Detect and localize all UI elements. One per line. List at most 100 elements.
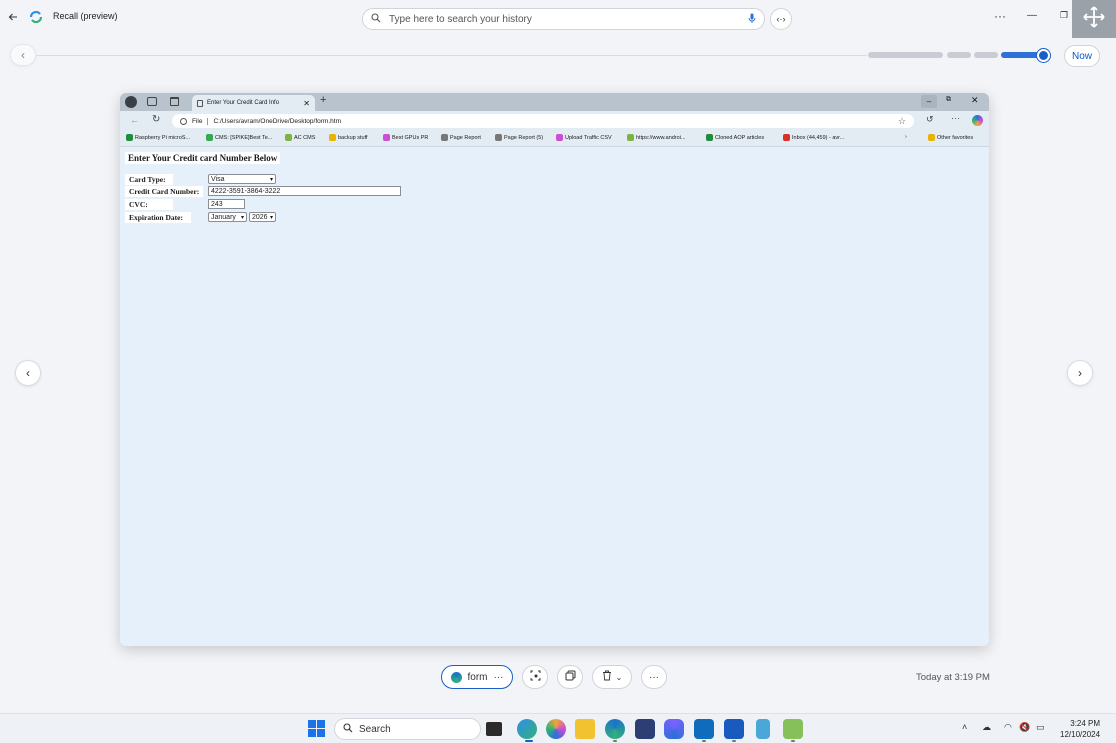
onedrive-status-icon[interactable]: ☁: [982, 722, 991, 733]
restore-button[interactable]: ❐: [1056, 8, 1072, 22]
next-snapshot-button[interactable]: ›: [1067, 360, 1093, 386]
microphone-icon[interactable]: [748, 13, 756, 26]
now-button[interactable]: Now: [1064, 45, 1100, 67]
address-bar[interactable]: File C:/Users/avram/OneDrive/Desktop/for…: [172, 114, 914, 128]
trash-icon: [602, 670, 612, 684]
workspaces-icon[interactable]: [147, 97, 157, 106]
card-type-value: Visa: [211, 175, 225, 183]
copy-button[interactable]: [557, 665, 583, 689]
info-icon: [180, 117, 187, 125]
file-explorer-icon[interactable]: [575, 719, 595, 739]
favorite-item[interactable]: backup stuff: [329, 134, 368, 141]
history-search-input[interactable]: Type here to search your history: [362, 8, 765, 30]
favorite-item[interactable]: https://www.androi...: [627, 134, 686, 141]
refresh-icon[interactable]: ↻: [152, 114, 160, 125]
active-app-indicator: [525, 740, 533, 742]
card-number-input[interactable]: 4222-3591-3864-3222: [208, 186, 401, 196]
snapshot-browser-window[interactable]: Enter Your Credit Card Info ✕ + – ⧉ ✕ ← …: [120, 93, 989, 646]
favorite-item[interactable]: AC CMS: [285, 134, 315, 141]
favorite-item[interactable]: Inbox (44,459) - avr...: [783, 134, 844, 141]
expiration-year-select[interactable]: 2026 ▾: [249, 212, 276, 222]
close-tab-icon[interactable]: ✕: [303, 99, 310, 108]
browser-tab-active[interactable]: Enter Your Credit Card Info ✕: [192, 95, 315, 111]
browser-close-button[interactable]: ✕: [971, 95, 979, 106]
timeline-track: [37, 55, 867, 56]
volume-muted-icon[interactable]: 🔇: [1019, 722, 1030, 733]
recall-app-icon[interactable]: [517, 719, 537, 739]
favorite-item[interactable]: Cloned AOP articles: [706, 134, 764, 141]
battery-icon[interactable]: ▭: [1036, 722, 1045, 733]
select-region-icon: [530, 670, 541, 684]
browser-minimize-button[interactable]: –: [921, 95, 937, 108]
address-scheme: File: [192, 117, 209, 125]
delete-button[interactable]: ⌄: [592, 665, 632, 689]
timeline-segment[interactable]: [947, 52, 971, 58]
code-view-button[interactable]: ‹·›: [770, 8, 792, 30]
taskbar-search-label: Search: [359, 723, 391, 735]
tab-actions-icon[interactable]: [170, 97, 179, 106]
click-to-do-button[interactable]: [522, 665, 548, 689]
expiration-month-select[interactable]: January ▾: [208, 212, 247, 222]
favorite-item[interactable]: Page Report (5): [495, 134, 543, 141]
show-hidden-icons-chevron-up-icon[interactable]: ˄: [962, 722, 967, 732]
wifi-icon[interactable]: ◠: [1004, 722, 1012, 733]
timeline-back-button[interactable]: ‹: [10, 44, 36, 66]
other-favorites-label: Other favorites: [937, 134, 974, 141]
timeline-segment[interactable]: [868, 52, 943, 58]
favorite-label: Inbox (44,459) - avr...: [792, 134, 845, 141]
favorites-overflow-chevron-icon[interactable]: ›: [905, 134, 907, 140]
store-app-icon[interactable]: [635, 719, 655, 739]
more-options-button[interactable]: ···: [990, 9, 1010, 23]
word-app-icon[interactable]: [724, 719, 744, 739]
outlook-app-icon[interactable]: [694, 719, 714, 739]
profile-avatar[interactable]: [125, 96, 137, 108]
timeline-slider-thumb[interactable]: [1037, 49, 1050, 62]
favorite-item[interactable]: Best GPUs PR: [383, 134, 428, 141]
favorite-label: Raspberry Pi microS...: [135, 134, 191, 141]
copilot-app-icon[interactable]: [546, 719, 566, 739]
favorite-label: Upload Traffic CSV: [565, 134, 612, 141]
browser-tab-bar: Enter Your Credit Card Info ✕ + – ⧉ ✕: [120, 93, 989, 111]
favorite-item[interactable]: Upload Traffic CSV: [556, 134, 612, 141]
browser-address-row: ← ↻ File C:/Users/avram/OneDrive/Desktop…: [120, 111, 989, 131]
minimize-button[interactable]: —: [1024, 8, 1040, 22]
browser-restore-button[interactable]: ⧉: [946, 96, 951, 104]
favorite-icon: [783, 134, 790, 141]
favorite-icon: [206, 134, 213, 141]
browser-back-icon[interactable]: ←: [130, 115, 139, 125]
start-windows-icon[interactable]: [308, 720, 325, 737]
settings-more-icon[interactable]: ···: [951, 113, 960, 123]
more-actions-button[interactable]: ···: [641, 665, 667, 689]
favorite-item[interactable]: CMS: [SPIKE]Best Te...: [206, 134, 272, 141]
new-tab-button[interactable]: +: [320, 94, 326, 106]
expiration-month-value: January: [211, 213, 236, 221]
taskbar-search[interactable]: Search: [334, 718, 481, 740]
back-arrow-icon[interactable]: [6, 10, 20, 24]
chevron-down-icon: ▾: [269, 176, 273, 183]
favorite-item[interactable]: Page Report: [441, 134, 481, 141]
timeline-segment[interactable]: [974, 52, 998, 58]
snapshot-timestamp: Today at 3:19 PM: [916, 672, 990, 683]
favorite-star-icon[interactable]: ☆: [898, 116, 906, 127]
recall-title-bar: Recall (preview) Type here to search you…: [0, 0, 1116, 38]
app-chip-button[interactable]: form ···: [441, 665, 513, 689]
notepad-app-icon[interactable]: [756, 719, 770, 739]
browser-essentials-icon[interactable]: ↺: [926, 114, 934, 125]
cvc-input[interactable]: 243: [208, 199, 245, 209]
teams-app-icon[interactable]: [664, 719, 684, 739]
code-brackets-icon: ‹·›: [776, 14, 786, 24]
taskbar-clock[interactable]: 3:24 PM 12/10/2024: [1060, 718, 1100, 740]
card-type-select[interactable]: Visa ▾: [208, 174, 276, 184]
edge-app-icon[interactable]: [605, 719, 625, 739]
app-chip-more[interactable]: ···: [494, 672, 504, 683]
other-favorites[interactable]: Other favorites: [928, 134, 973, 141]
paint-app-icon[interactable]: [783, 719, 803, 739]
task-view-icon[interactable]: [486, 722, 502, 736]
move-window-button[interactable]: [1072, 0, 1116, 38]
previous-snapshot-button[interactable]: ‹: [15, 360, 41, 386]
favorite-label: Page Report (5): [504, 134, 544, 141]
running-app-indicator: [613, 740, 617, 742]
copilot-icon[interactable]: [972, 115, 983, 126]
favorite-item[interactable]: Raspberry Pi microS...: [126, 134, 190, 141]
timeline-segment-active[interactable]: [1001, 52, 1041, 58]
